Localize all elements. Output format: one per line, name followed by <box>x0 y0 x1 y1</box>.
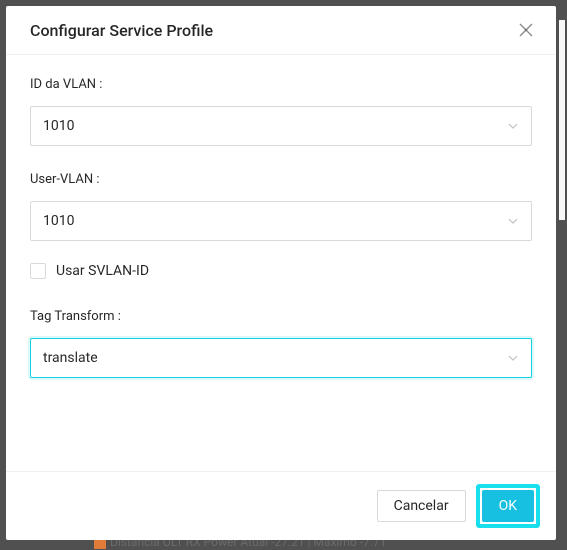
user-vlan-label: User-VLAN : <box>30 172 532 187</box>
vlan-id-label: ID da VLAN : <box>30 77 532 92</box>
service-profile-modal: Configurar Service Profile ID da VLAN : … <box>6 6 556 540</box>
vlan-id-select[interactable]: 1010 <box>30 106 532 146</box>
modal-header: Configurar Service Profile <box>6 6 556 55</box>
field-vlan-id: ID da VLAN : 1010 <box>30 77 532 146</box>
background-panel <box>559 20 565 220</box>
vlan-id-value: 1010 <box>43 118 74 134</box>
cancel-button[interactable]: Cancelar <box>377 490 466 522</box>
ok-button-highlight: OK <box>476 484 540 528</box>
field-tag-transform: Tag Transform : translate <box>30 309 532 378</box>
tag-transform-label: Tag Transform : <box>30 309 532 324</box>
background-status-icon <box>94 539 106 549</box>
user-vlan-select[interactable]: 1010 <box>30 201 532 241</box>
modal-backdrop: Distância OLT RX Power Atual -27.21 | Má… <box>0 0 567 550</box>
modal-body: ID da VLAN : 1010 User-VLAN : 1010 <box>6 55 556 471</box>
user-vlan-value: 1010 <box>43 213 74 229</box>
field-user-vlan: User-VLAN : 1010 <box>30 172 532 241</box>
close-button[interactable] <box>516 20 536 40</box>
ok-button[interactable]: OK <box>482 490 534 522</box>
modal-title: Configurar Service Profile <box>30 21 213 40</box>
chevron-down-icon <box>507 352 519 364</box>
tag-transform-value: translate <box>43 350 98 366</box>
field-use-svlan: Usar SVLAN-ID <box>30 263 532 279</box>
chevron-down-icon <box>507 120 519 132</box>
modal-footer: Cancelar OK <box>6 471 556 540</box>
use-svlan-checkbox[interactable] <box>30 263 46 279</box>
use-svlan-label: Usar SVLAN-ID <box>56 263 149 279</box>
close-icon <box>519 23 533 37</box>
chevron-down-icon <box>507 215 519 227</box>
tag-transform-select[interactable]: translate <box>30 338 532 378</box>
